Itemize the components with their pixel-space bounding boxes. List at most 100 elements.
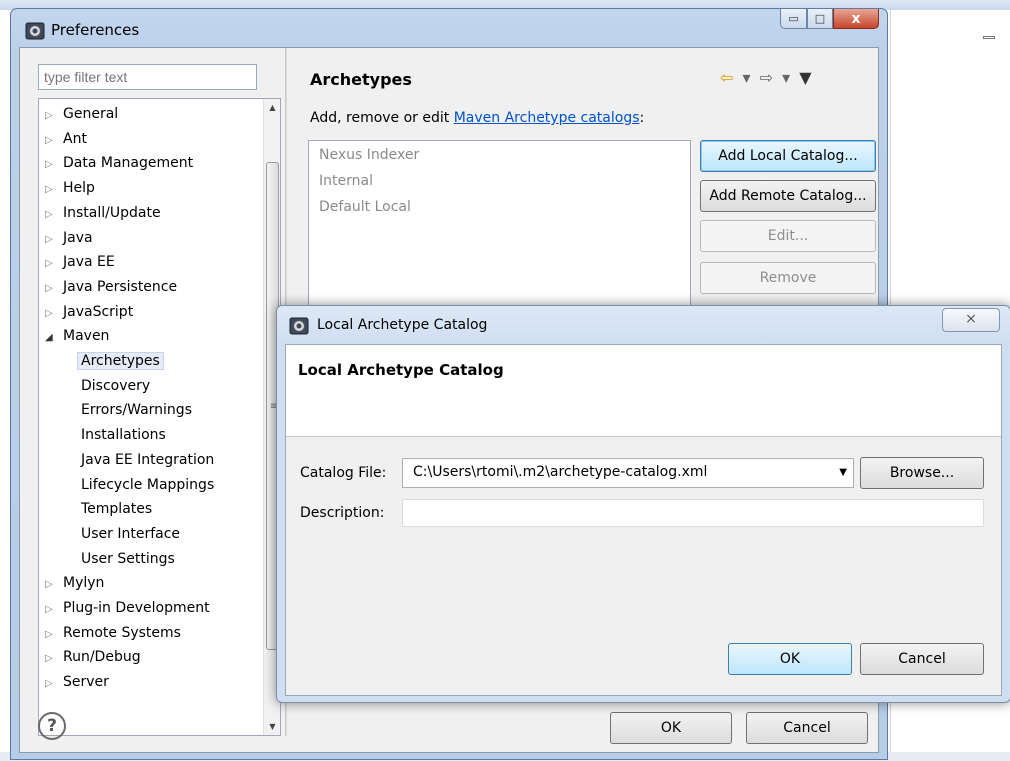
browse-button[interactable]: Browse... [860,457,984,489]
minimize-icon: ▭ [788,12,799,25]
local-archetype-catalog-dialog: Local Archetype Catalog ⨯ Local Archetyp… [276,305,1010,703]
collapsed-arrow-icon[interactable]: ▷ [45,129,59,153]
page-description: Add, remove or edit Maven Archetype cata… [310,110,645,126]
help-icon[interactable]: ? [38,712,66,740]
catalog-file-value: C:\Users\rtomi\.m2\archetype-catalog.xml [413,464,708,480]
eclipse-icon [25,22,45,44]
add-remote-catalog-button[interactable]: Add Remote Catalog... [700,180,876,212]
view-menu-icon[interactable]: ▼ [799,68,813,87]
maximize-icon: □ [814,12,826,25]
tree-item[interactable]: Templates [77,497,156,521]
forward-arrow-icon[interactable]: ⇨ [760,68,775,87]
tree-item[interactable]: ▷ General [45,102,122,126]
collapsed-arrow-icon[interactable]: ▷ [45,573,59,597]
tree-item[interactable]: ▷ Help [45,176,99,200]
tree-item[interactable]: ▷ Java EE [45,250,119,274]
filter-input[interactable] [38,64,257,90]
tree-item-label: Remote Systems [63,624,181,641]
dialog-ok-button[interactable]: OK [728,643,852,675]
tree-item[interactable]: ▷ Java Persistence [45,275,181,299]
tree-item-label: User Interface [81,525,181,542]
tree-item[interactable]: Java EE Integration [77,448,218,472]
tree-item[interactable]: User Settings [77,547,179,571]
scroll-up-icon[interactable]: ▲ [264,99,281,116]
tree-item-label: Java Persistence [63,278,178,295]
scroll-down-icon[interactable]: ▼ [264,718,281,735]
maven-catalogs-link[interactable]: Maven Archetype catalogs [454,110,640,126]
forward-dropdown-icon[interactable]: ▾ [782,68,792,87]
tree-item-label: Templates [81,501,153,518]
back-arrow-icon[interactable]: ⇦ [720,68,735,87]
tree-item-label: Plug-in Development [63,600,210,616]
edit-button[interactable]: Edit... [700,220,876,252]
tree-item[interactable]: Archetypes [77,349,164,373]
catalog-item[interactable]: Nexus Indexer [319,143,419,167]
tree-item[interactable]: ▷ Server [45,670,113,694]
collapsed-arrow-icon[interactable]: ▷ [45,623,59,647]
tree-item[interactable]: ▷ Remote Systems [45,621,185,645]
collapsed-arrow-icon[interactable]: ▷ [45,598,59,622]
dialog-cancel-button[interactable]: Cancel [860,643,984,675]
collapsed-arrow-icon[interactable]: ▷ [45,277,59,301]
page-navigation: ⇦ ▾ ⇨ ▾ ▼ [720,68,814,87]
tree-item[interactable]: ▷ Data Management [45,151,197,175]
tree-item[interactable]: ▷ Mylyn [45,571,108,595]
tree-item[interactable]: ▷ Plug-in Development [45,596,214,620]
tree-item[interactable]: Discovery [77,374,154,398]
tree-item[interactable]: ▷ JavaScript [45,300,137,324]
collapsed-arrow-icon[interactable]: ▷ [45,252,59,276]
page-title: Archetypes [310,70,412,89]
tree-item[interactable]: Errors/Warnings [77,398,196,422]
tree-item[interactable]: ▷ Java [45,226,97,250]
tree-item-label: Run/Debug [63,649,141,666]
maximize-button[interactable]: □ [807,9,833,29]
collapsed-arrow-icon[interactable]: ▷ [45,647,59,671]
description-input[interactable] [402,499,984,527]
tree-item-label: Discovery [81,377,151,394]
tree-item-label: User Settings [81,550,175,567]
cancel-button[interactable]: Cancel [746,712,868,744]
collapsed-arrow-icon[interactable]: ▷ [45,203,59,227]
minimize-button[interactable]: ▭ [780,9,807,29]
tree-item[interactable]: ◢ Maven [45,324,113,348]
tree-item-label: Ant [63,130,87,147]
tree-item[interactable]: User Interface [77,522,184,546]
tree-item-label: Errors/Warnings [81,402,192,419]
close-icon: ⨯ [965,311,977,327]
dialog-body: Local Archetype Catalog Catalog File: C:… [285,344,1002,696]
add-local-catalog-button[interactable]: Add Local Catalog... [700,140,876,172]
tree-item-label: Install/Update [63,204,161,221]
tree-item[interactable]: ▷ Ant [45,127,91,151]
window-title: Preferences [51,21,140,39]
collapsed-arrow-icon[interactable]: ▷ [45,178,59,202]
catalog-item[interactable]: Default Local [319,195,411,219]
collapsed-arrow-icon[interactable]: ▷ [45,672,59,696]
collapsed-arrow-icon[interactable]: ▷ [45,302,59,326]
tree-item-label: JavaScript [63,303,134,320]
tree-item[interactable]: Lifecycle Mappings [77,473,218,497]
catalog-file-combo[interactable]: C:\Users\rtomi\.m2\archetype-catalog.xml… [402,458,854,488]
back-dropdown-icon[interactable]: ▾ [743,68,753,87]
expanded-arrow-icon[interactable]: ◢ [45,326,59,350]
description-label: Description: [300,505,385,521]
dialog-title: Local Archetype Catalog [317,317,488,333]
close-button[interactable]: x [833,9,879,29]
tree-item-label: Java EE Integration [81,451,215,468]
tree-item-label: Lifecycle Mappings [81,476,215,493]
ok-button[interactable]: OK [610,712,732,744]
collapsed-arrow-icon[interactable]: ▷ [45,104,59,128]
tree-item[interactable]: Installations [77,423,170,447]
background-minimize-icon[interactable] [983,36,995,39]
collapsed-arrow-icon[interactable]: ▷ [45,228,59,252]
tree-item[interactable]: ▷ Install/Update [45,201,165,225]
chevron-down-icon[interactable]: ▼ [839,467,847,478]
tree-item[interactable]: ▷ Run/Debug [45,645,145,669]
remove-button[interactable]: Remove [700,262,876,294]
tree-item-label: Maven [63,328,110,345]
dialog-close-button[interactable]: ⨯ [942,308,1000,332]
dialog-banner: Local Archetype Catalog [286,345,1001,437]
preference-tree: ▷ General ▷ Ant ▷ Data Management ▷ Help ▷ Instal… [38,98,281,736]
collapsed-arrow-icon[interactable]: ▷ [45,153,59,177]
catalog-item[interactable]: Internal [319,169,373,193]
tree-item-label: Data Management [63,155,194,172]
